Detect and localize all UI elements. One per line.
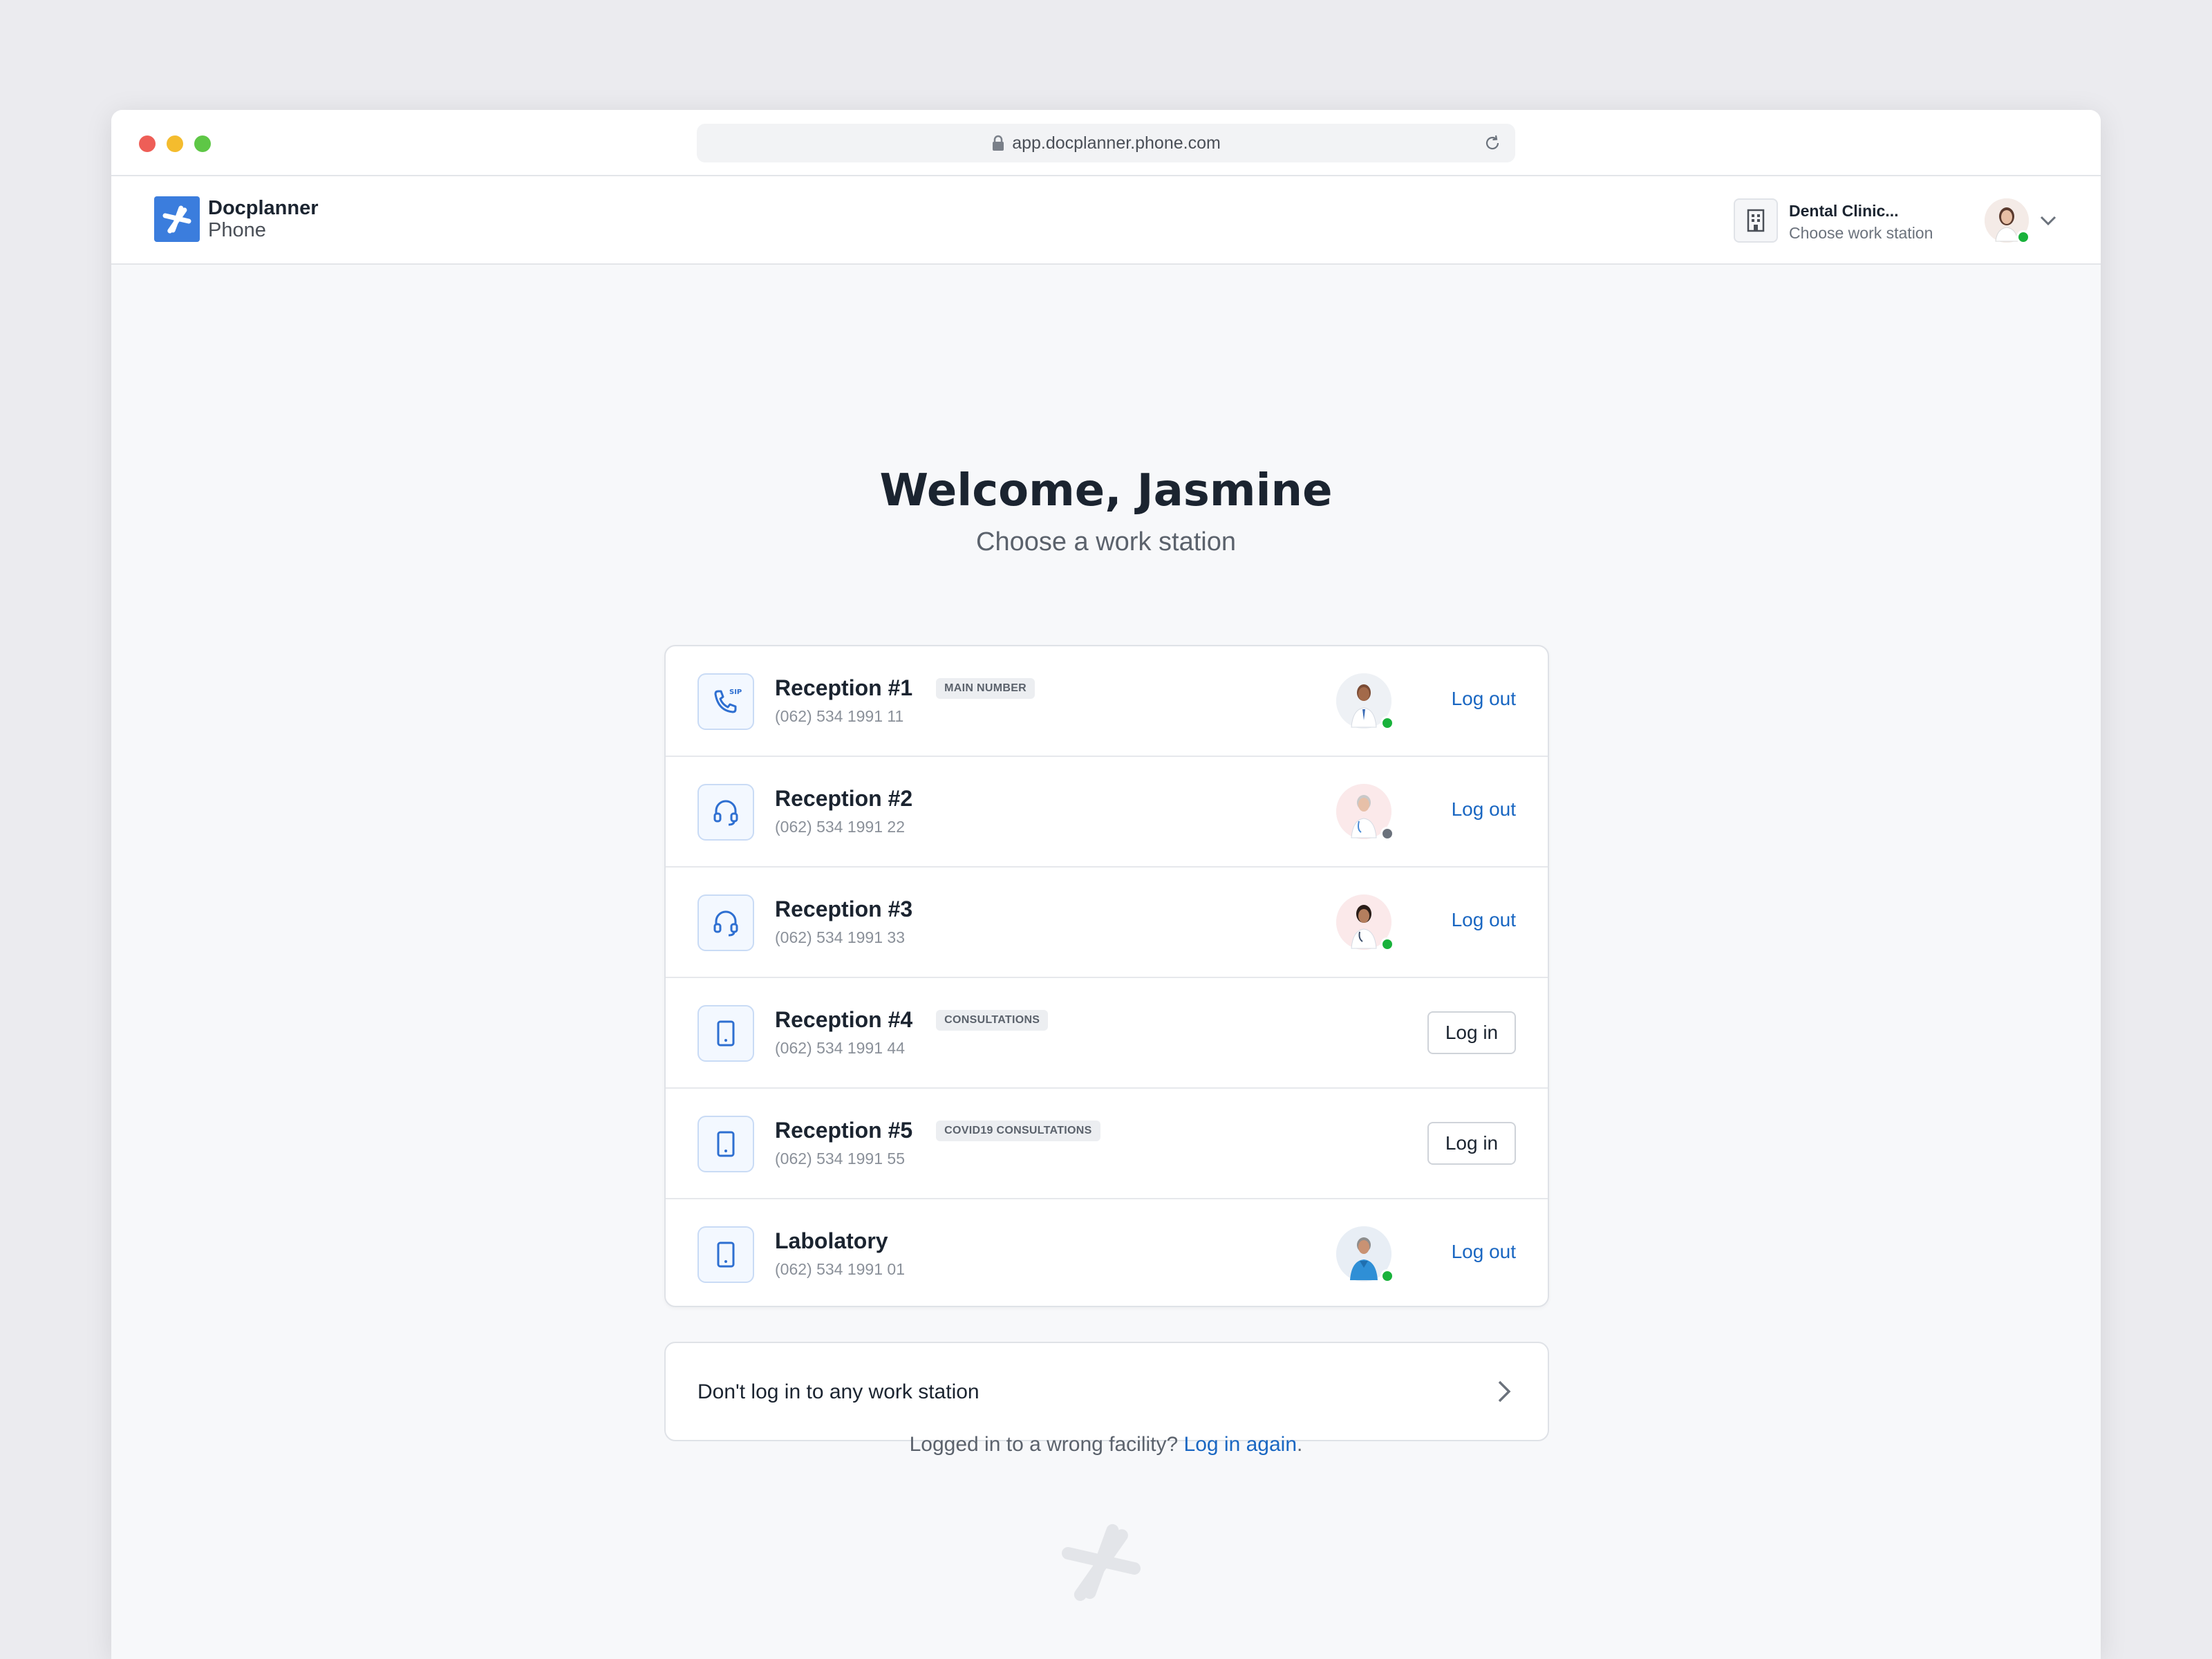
station-user-avatar <box>1336 1226 1394 1283</box>
station-phone: (062) 534 1991 11 <box>775 707 904 725</box>
tablet-icon <box>697 1116 754 1172</box>
page-subtitle: Choose a work station <box>976 527 1236 556</box>
brand-subtitle: Phone <box>208 219 266 241</box>
reload-icon[interactable] <box>1483 134 1501 152</box>
docplanner-logo-icon[interactable] <box>154 196 200 242</box>
station-name: Reception #4 CONSULTATIONS <box>775 1007 1049 1033</box>
wrong-facility-text: Logged in to a wrong facility? <box>909 1433 1179 1456</box>
station-name: Reception #1 MAIN NUMBER <box>775 675 1035 701</box>
station-phone: (062) 534 1991 22 <box>775 818 905 836</box>
tablet-icon <box>697 1226 754 1283</box>
station-name: Reception #2 <box>775 786 912 812</box>
status-away-dot <box>1380 827 1394 841</box>
facility-subtitle: Choose work station <box>1789 224 1933 242</box>
station-row[interactable]: Reception #4 CONSULTATIONS (062) 534 199… <box>666 978 1548 1089</box>
headset-icon <box>697 784 754 841</box>
brand-name: Docplanner Phone <box>208 197 319 241</box>
sip-phone-icon: SIP <box>697 673 754 730</box>
station-name: Reception #5 COVID19 CONSULTATIONS <box>775 1118 1100 1143</box>
tablet-icon <box>697 1005 754 1062</box>
brand-title: Docplanner <box>208 197 319 219</box>
station-list: SIP Reception #1 MAIN NUMBER (062) 534 1… <box>664 645 1549 1307</box>
station-row[interactable]: Labolatory (062) 534 1991 01 Log out <box>666 1199 1548 1306</box>
user-status-online <box>2016 230 2030 244</box>
wrong-facility-note: Logged in to a wrong facility? Log in ag… <box>111 1433 2101 1456</box>
status-online-dot <box>1380 937 1394 951</box>
lock-icon <box>993 135 1004 151</box>
minimize-window-button[interactable] <box>167 135 183 152</box>
station-user-avatar <box>1336 894 1394 951</box>
skip-station-label: Don't log in to any work station <box>697 1380 980 1403</box>
url-text: app.docplanner.phone.com <box>1012 133 1221 153</box>
station-badge: COVID19 CONSULTATIONS <box>936 1120 1100 1141</box>
logout-button[interactable]: Log out <box>1452 909 1516 931</box>
app-header: Docplanner Phone Dental Clinic... Choose… <box>111 176 2101 265</box>
building-icon[interactable] <box>1734 198 1778 243</box>
logout-button[interactable]: Log out <box>1452 1241 1516 1263</box>
logout-button[interactable]: Log out <box>1452 688 1516 710</box>
page-title: Welcome, Jasmine <box>879 465 1333 516</box>
station-name-text: Reception #5 <box>775 1118 913 1143</box>
station-row[interactable]: SIP Reception #1 MAIN NUMBER (062) 534 1… <box>666 646 1548 757</box>
login-again-link[interactable]: Log in again <box>1184 1433 1297 1456</box>
station-name: Labolatory <box>775 1228 888 1254</box>
chevron-down-icon[interactable] <box>2038 214 2058 227</box>
station-row[interactable]: Reception #3 (062) 534 1991 33 Log out <box>666 868 1548 978</box>
station-name-text: Reception #1 <box>775 675 913 700</box>
browser-window: app.docplanner.phone.com Docplanner Phon… <box>111 110 2101 1659</box>
skip-station-option[interactable]: Don't log in to any work station <box>664 1342 1549 1441</box>
station-user-avatar <box>1336 673 1394 730</box>
maximize-window-button[interactable] <box>194 135 211 152</box>
facility-selector[interactable]: Dental Clinic... Choose work station <box>1789 200 1933 244</box>
station-user-avatar <box>1336 784 1394 841</box>
station-badge: CONSULTATIONS <box>936 1009 1049 1031</box>
logout-button[interactable]: Log out <box>1452 798 1516 821</box>
station-row[interactable]: Reception #2 (062) 534 1991 22 Log out <box>666 757 1548 868</box>
station-phone: (062) 534 1991 44 <box>775 1039 905 1057</box>
main-content: Welcome, Jasmine Choose a work station S… <box>111 265 2101 1659</box>
address-bar[interactable]: app.docplanner.phone.com <box>697 124 1515 162</box>
chevron-right-icon <box>1498 1380 1511 1403</box>
station-phone: (062) 534 1991 01 <box>775 1260 905 1278</box>
station-name-text: Reception #4 <box>775 1007 913 1032</box>
station-name-text: Labolatory <box>775 1228 888 1253</box>
station-name-text: Reception #2 <box>775 786 913 811</box>
close-window-button[interactable] <box>139 135 156 152</box>
facility-name: Dental Clinic... <box>1789 202 1899 220</box>
station-phone: (062) 534 1991 33 <box>775 928 905 946</box>
station-name: Reception #3 <box>775 897 912 922</box>
login-button[interactable]: Log in <box>1427 1011 1516 1054</box>
station-phone: (062) 534 1991 55 <box>775 1150 905 1168</box>
station-badge: MAIN NUMBER <box>936 677 1035 699</box>
status-online-dot <box>1380 716 1394 730</box>
station-row[interactable]: Reception #5 COVID19 CONSULTATIONS (062)… <box>666 1089 1548 1199</box>
wrong-facility-period: . <box>1297 1433 1303 1456</box>
login-button[interactable]: Log in <box>1427 1122 1516 1165</box>
svg-text:SIP: SIP <box>729 688 742 696</box>
station-name-text: Reception #3 <box>775 897 913 921</box>
browser-titlebar: app.docplanner.phone.com <box>111 110 2101 176</box>
headset-icon <box>697 894 754 951</box>
user-avatar[interactable] <box>1985 198 2030 244</box>
status-online-dot <box>1380 1269 1394 1283</box>
docplanner-watermark-icon <box>1062 1524 1141 1601</box>
